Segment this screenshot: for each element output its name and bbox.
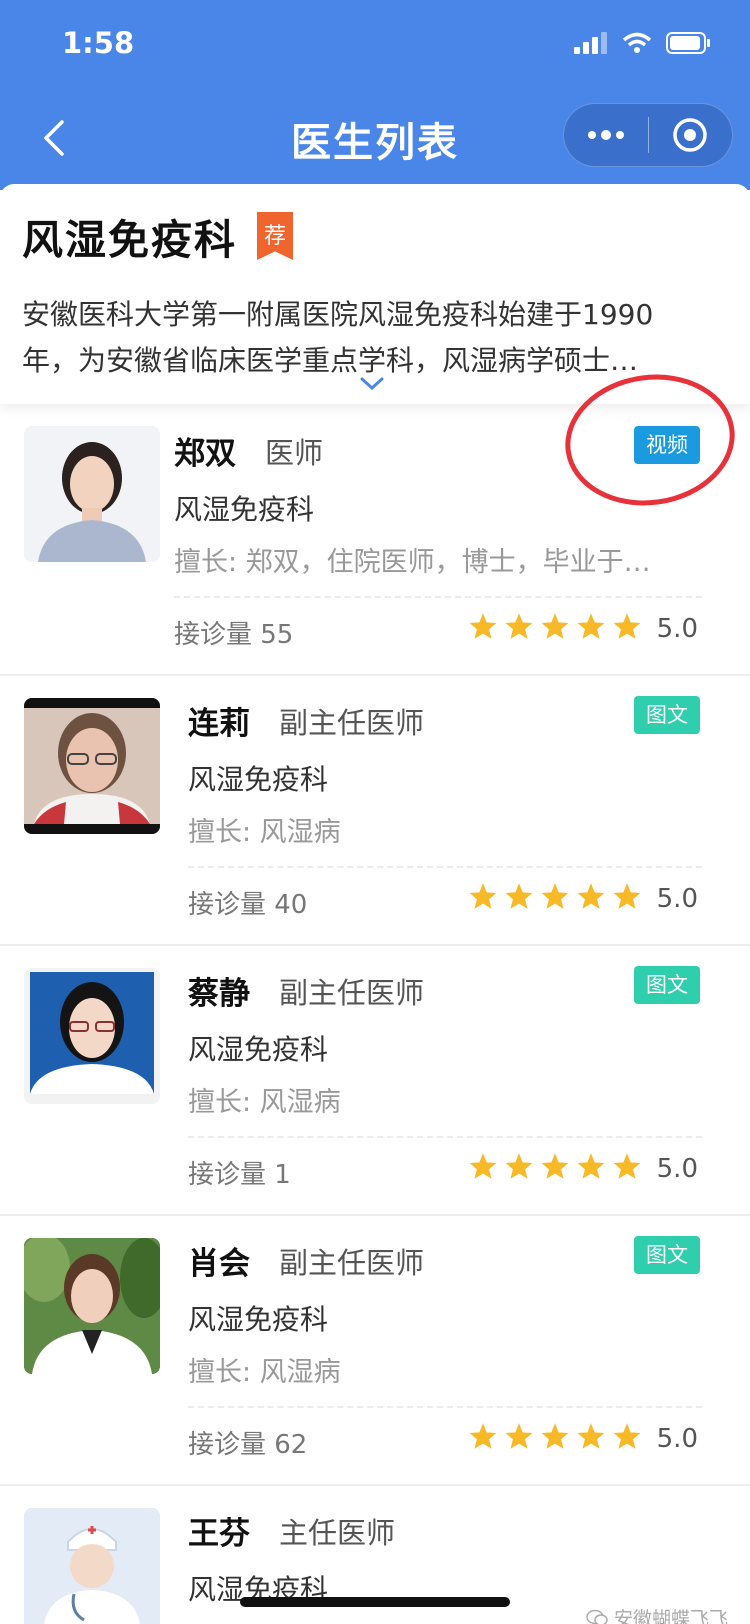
rating-stars [468,1422,642,1450]
target-icon [673,118,707,152]
star-icon [505,1423,533,1449]
consult-count: 接诊量 62 [188,1430,308,1460]
watermark-text: 安徽蝴蝶飞飞 [613,1608,728,1624]
doctor-name: 王芬 [188,1516,250,1552]
doctor-specialty: 擅长: 郑双，住院医师，博士，毕业于… [174,547,651,578]
close-program-button[interactable] [649,103,733,167]
doctor-title: 医师 [265,436,324,470]
more-button[interactable] [564,103,648,167]
doctor-department: 风湿免疫科 [188,1303,329,1336]
rating-score: 5.0 [656,1424,698,1454]
star-icon [541,613,569,639]
star-icon [613,1153,641,1179]
divider [188,1136,702,1138]
nav-bar: 医生列表 [0,100,750,176]
status-bar: 1:58 [0,0,750,90]
star-icon [541,1423,569,1449]
star-icon [577,1423,605,1449]
department-card: 风湿免疫科 荐 安徽医科大学第一附属医院风湿免疫科始建于1990 年，为安徽省临… [0,184,750,404]
doctor-specialty: 擅长: 风湿病 [188,1357,341,1388]
status-icons [574,32,712,54]
doctor-name: 郑双 [174,436,236,472]
consult-type-tag: 图文 [634,696,700,734]
recommend-badge: 荐 [257,212,293,260]
department-name: 风湿免疫科 [22,216,237,264]
doctor-avatar [24,426,160,562]
doctor-name: 连莉 [188,706,250,742]
doctor-avatar [24,1238,160,1374]
consult-type-tag: 图文 [634,966,700,1004]
rating-score: 5.0 [656,614,698,644]
rating-stars [468,1152,642,1180]
watermark: 安徽蝴蝶飞飞 [586,1604,728,1624]
doctor-specialty: 擅长: 风湿病 [188,817,341,848]
rating-stars [468,612,642,640]
rating-score: 5.0 [656,884,698,914]
doctor-department: 风湿免疫科 [174,493,315,526]
status-time: 1:58 [62,26,135,60]
doctor-name: 蔡静 [188,976,250,1012]
star-icon [577,1153,605,1179]
doctor-title: 副主任医师 [279,976,425,1010]
doctor-avatar [24,698,160,834]
star-icon [469,1423,497,1449]
star-icon [505,1153,533,1179]
wechat-icon [586,1609,608,1624]
doctor-card[interactable]: 肖会 副主任医师 图文 风湿免疫科 擅长: 风湿病 接诊量 62 5.0 [0,1216,750,1486]
star-icon [469,613,497,639]
home-indicator [240,1597,510,1607]
star-icon [613,613,641,639]
divider [188,1406,702,1408]
doctor-name: 肖会 [188,1246,250,1282]
doctor-card[interactable]: 蔡静 副主任医师 图文 风湿免疫科 擅长: 风湿病 接诊量 1 5.0 [0,946,750,1216]
chevron-down-icon [360,377,384,391]
rating-stars [468,882,642,910]
doctor-title: 主任医师 [279,1516,396,1550]
miniprogram-capsule [563,103,733,167]
battery-icon [666,32,710,54]
department-title-row: 风湿免疫科 荐 [22,206,293,266]
rating-score: 5.0 [656,1154,698,1184]
doctor-title: 副主任医师 [279,706,425,740]
doctor-avatar [24,968,160,1104]
star-icon [613,1423,641,1449]
wifi-icon [622,32,652,53]
star-icon [541,883,569,909]
consult-count: 接诊量 1 [188,1160,291,1190]
star-icon [469,883,497,909]
star-icon [577,883,605,909]
department-description: 安徽医科大学第一附属医院风湿免疫科始建于1990 年，为安徽省临床医学重点学科，… [22,298,654,377]
star-icon [505,613,533,639]
app-header: 1:58 医生列表 [0,0,750,190]
doctor-avatar [24,1508,160,1624]
expand-button[interactable] [360,376,384,395]
star-icon [577,613,605,639]
more-dots-icon [587,130,624,140]
divider [188,866,702,868]
consult-count: 接诊量 40 [188,890,308,920]
doctor-department: 风湿免疫科 [188,1033,329,1066]
star-icon [505,883,533,909]
star-icon [469,1153,497,1179]
signal-icon [574,32,607,54]
star-icon [541,1153,569,1179]
doctor-specialty: 擅长: 风湿病 [188,1087,341,1118]
doctor-card[interactable]: 连莉 副主任医师 图文 风湿免疫科 擅长: 风湿病 接诊量 40 5.0 [0,676,750,946]
consult-type-tag: 图文 [634,1236,700,1274]
consult-count: 接诊量 55 [174,620,294,650]
doctor-title: 副主任医师 [279,1246,425,1280]
divider [174,596,702,598]
star-icon [613,883,641,909]
doctor-department: 风湿免疫科 [188,763,329,796]
